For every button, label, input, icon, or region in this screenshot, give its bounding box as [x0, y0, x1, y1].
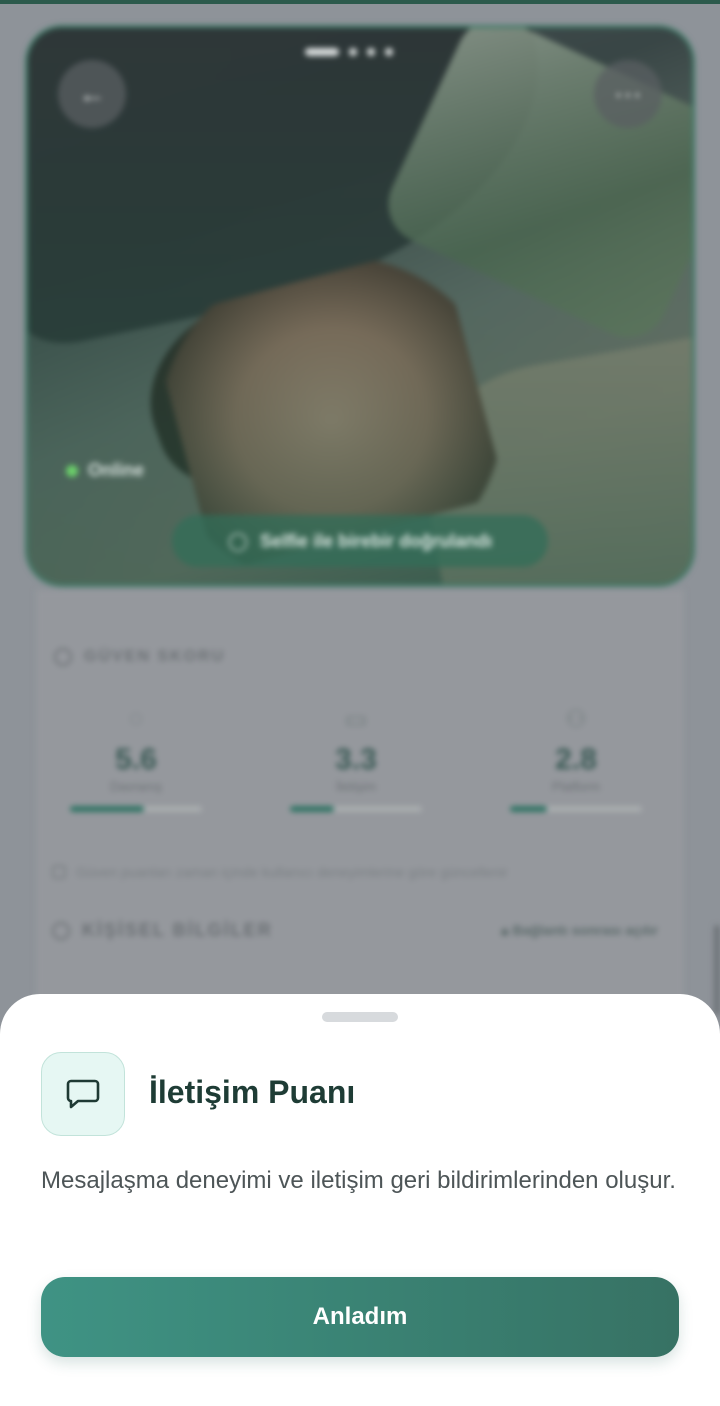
stat-progress: [510, 806, 642, 812]
personal-action: Bağlantı sonrası açılır: [512, 922, 659, 938]
understood-button[interactable]: Anladım: [41, 1277, 679, 1357]
back-arrow-icon: ←: [78, 78, 106, 109]
trust-stat-behavior[interactable]: ◌ 5.6 Davranış: [66, 705, 206, 812]
lock-icon: 🔒︎: [501, 922, 509, 938]
pager-dot: [367, 48, 375, 56]
stat-progress: [70, 806, 202, 812]
shield-check-icon: ◯: [227, 530, 249, 551]
back-button[interactable]: ←: [58, 60, 126, 128]
info-icon: [52, 865, 66, 879]
personal-heading: KİŞİSEL BİLGİLER: [82, 920, 273, 940]
scrollbar[interactable]: [714, 925, 720, 1015]
pager-dot: [385, 48, 393, 56]
shield-icon: [54, 648, 72, 666]
photo-pager: [305, 48, 393, 56]
trust-heading-label: GÜVEN SKORU: [84, 648, 226, 665]
trust-note: Güven puanları zaman içinde kullanıcı de…: [52, 864, 508, 880]
more-button[interactable]: ⋯: [594, 60, 662, 128]
sheet-title: İletişim Puanı: [149, 1074, 356, 1110]
more-icon: ⋯: [614, 78, 642, 110]
stat-value: 5.6: [115, 743, 157, 776]
user-icon: [52, 921, 70, 940]
stat-label: Platform: [551, 779, 601, 794]
trust-stat-platform[interactable]: ⚇ 2.8 Platform: [506, 705, 646, 812]
bottom-sheet: İletişim Puanı Mesajlaşma deneyimi ve il…: [0, 994, 720, 1406]
verified-label: Selfie ile birebir doğrulandı: [260, 530, 493, 551]
online-label: Online: [88, 460, 145, 480]
trust-heading: GÜVEN SKORU: [54, 648, 225, 666]
personal-info-header: KİŞİSEL BİLGİLER 🔒︎ Bağlantı sonrası açı…: [52, 920, 658, 941]
shield-icon: ◌: [128, 705, 144, 732]
online-status: Online: [66, 460, 144, 481]
stat-label: İletişim: [335, 779, 377, 794]
online-dot-icon: [66, 464, 78, 477]
people-icon: ⚇: [565, 706, 587, 733]
stat-value: 3.3: [335, 743, 377, 776]
trust-stat-communication[interactable]: ▭ 3.3 İletişim: [286, 705, 426, 812]
profile-photo[interactable]: [28, 28, 692, 584]
trust-note-text: Güven puanları zaman içinde kullanıcı de…: [76, 864, 508, 880]
stat-progress: [290, 806, 422, 812]
stat-value: 2.8: [555, 743, 597, 776]
verified-badge: ◯ Selfie ile birebir doğrulandı: [172, 515, 548, 567]
sheet-icon-container: [41, 1052, 125, 1136]
pager-dot-active: [305, 48, 339, 56]
chat-bubble-icon: [66, 1079, 100, 1109]
pager-dot: [349, 48, 357, 56]
sheet-drag-handle[interactable]: [322, 1012, 398, 1022]
stat-label: Davranış: [109, 779, 163, 794]
chat-bubble-icon: ▭: [344, 706, 368, 733]
sheet-description: Mesajlaşma deneyimi ve iletişim geri bil…: [41, 1167, 676, 1194]
